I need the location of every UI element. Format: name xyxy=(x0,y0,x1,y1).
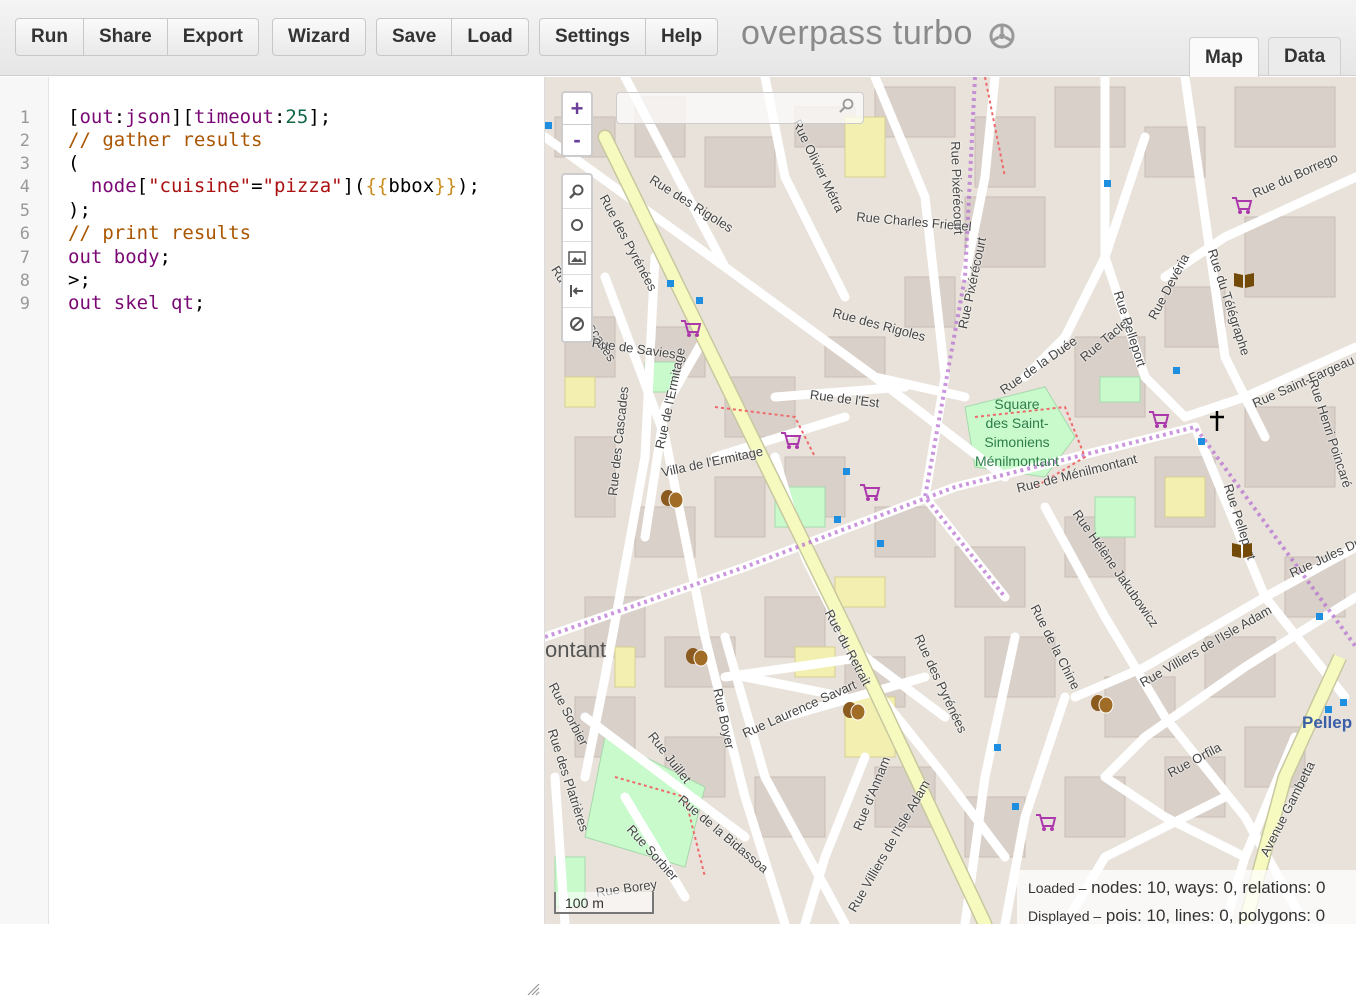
line-number: 7 xyxy=(19,248,30,268)
toolbar: Run Share Export Wizard Save Load Settin… xyxy=(0,0,1356,77)
map-view[interactable]: Rue des Pyrénées Rue des Pyrénées Rue de… xyxy=(545,77,1356,924)
share-button[interactable]: Share xyxy=(84,19,168,55)
line-gutter: 1 2 3 4 5 6 7 8 9 xyxy=(0,77,49,924)
wizard-button[interactable]: Wizard xyxy=(273,19,365,55)
image-icon xyxy=(568,251,586,265)
map-tools-control xyxy=(561,173,593,343)
jump-icon xyxy=(570,285,583,297)
shop-cart-icon[interactable] xyxy=(1035,812,1057,832)
code-line[interactable]: ); xyxy=(68,199,91,221)
line-number: 3 xyxy=(19,154,30,174)
line-number: 8 xyxy=(19,271,30,291)
line-number: 6 xyxy=(19,224,30,244)
export-button[interactable]: Export xyxy=(168,19,258,55)
theatre-icon[interactable] xyxy=(660,489,684,509)
displayed-stats: Displayed – pois: 10, lines: 0, polygons… xyxy=(1028,902,1356,924)
code-line[interactable]: ( xyxy=(68,152,79,174)
save-load-group: Save Load xyxy=(376,18,529,56)
search-icon xyxy=(569,184,584,199)
search-location-button[interactable] xyxy=(563,175,591,208)
clear-data-button[interactable] xyxy=(563,307,591,340)
zoom-control: + - xyxy=(561,91,593,157)
circle-icon xyxy=(571,219,583,231)
shop-cart-icon[interactable] xyxy=(859,482,881,502)
resize-grip-icon[interactable] xyxy=(526,982,540,996)
street-label: Rue Pixérécourt xyxy=(948,141,967,235)
run-button[interactable]: Run xyxy=(16,19,84,55)
displayed-value: pois: 10, lines: 0, polygons: 0 xyxy=(1105,906,1326,924)
tab-map[interactable]: Map xyxy=(1189,37,1259,77)
line-number: 9 xyxy=(19,294,30,314)
app-title: overpass turbo xyxy=(741,14,973,52)
settings-button[interactable]: Settings xyxy=(540,19,646,55)
line-number: 5 xyxy=(19,201,30,221)
park-label-line: Simoniens xyxy=(984,434,1050,450)
code-line[interactable]: >; xyxy=(68,269,91,291)
save-button[interactable]: Save xyxy=(377,19,453,55)
code-line[interactable]: out body; xyxy=(68,246,171,268)
code-line[interactable]: // print results xyxy=(68,222,251,244)
library-icon[interactable] xyxy=(1231,541,1253,559)
wizard-group: Wizard xyxy=(272,18,367,56)
park-label: Square des Saint- Simoniens Ménilmontant xyxy=(965,395,1069,471)
help-button[interactable]: Help xyxy=(646,19,717,55)
park-label-line: des Saint- xyxy=(985,415,1049,431)
map-search-input[interactable] xyxy=(616,92,864,124)
loaded-value: nodes: 10, ways: 0, relations: 0 xyxy=(1091,878,1326,897)
shop-cart-icon[interactable] xyxy=(680,318,702,338)
zoom-out-button[interactable]: - xyxy=(563,124,591,155)
settings-help-group: Settings Help xyxy=(539,18,719,56)
shop-cart-icon[interactable] xyxy=(780,430,802,450)
park-label-line: Square xyxy=(994,396,1040,412)
displayed-label: Displayed – xyxy=(1028,908,1102,924)
code-line[interactable]: node["cuisine"="pizza"]({{bbox}}); xyxy=(68,175,480,197)
park-label-line: Ménilmontant xyxy=(974,453,1060,469)
line-number: 4 xyxy=(19,177,30,197)
locate-button[interactable] xyxy=(563,208,591,241)
theatre-icon[interactable] xyxy=(685,647,709,667)
library-icon[interactable] xyxy=(1233,271,1255,289)
place-of-worship-icon[interactable] xyxy=(1208,410,1226,432)
zoom-to-data-button[interactable] xyxy=(563,274,591,307)
shop-cart-icon[interactable] xyxy=(1148,409,1170,429)
overpass-logo-icon xyxy=(989,23,1015,49)
image-export-button[interactable] xyxy=(563,241,591,274)
cancel-icon xyxy=(570,317,584,331)
line-number: 2 xyxy=(19,131,30,151)
search-icon xyxy=(839,98,854,113)
shop-cart-icon[interactable] xyxy=(1231,195,1253,215)
code-line[interactable]: // gather results xyxy=(68,129,262,151)
theatre-icon[interactable] xyxy=(1090,694,1114,714)
place-label: Pellep xyxy=(1302,713,1353,732)
tab-data[interactable]: Data xyxy=(1268,37,1342,75)
loaded-label: Loaded – xyxy=(1028,880,1087,896)
zoom-in-button[interactable]: + xyxy=(563,93,591,124)
theatre-icon[interactable] xyxy=(842,701,866,721)
scale-bar: 100 m xyxy=(554,892,654,914)
data-stats: Loaded – nodes: 10, ways: 0, relations: … xyxy=(1017,870,1356,924)
load-button[interactable]: Load xyxy=(452,19,527,55)
loaded-stats: Loaded – nodes: 10, ways: 0, relations: … xyxy=(1028,874,1356,902)
code-line[interactable]: out skel qt; xyxy=(68,292,205,314)
place-label: ontant xyxy=(545,637,607,662)
code-line[interactable]: [out:json][timeout:25]; xyxy=(68,106,331,128)
query-editor[interactable]: 1 2 3 4 5 6 7 8 9 [out:json][timeout:25]… xyxy=(0,77,545,996)
run-share-export-group: Run Share Export xyxy=(15,18,259,56)
line-number: 1 xyxy=(19,108,30,128)
